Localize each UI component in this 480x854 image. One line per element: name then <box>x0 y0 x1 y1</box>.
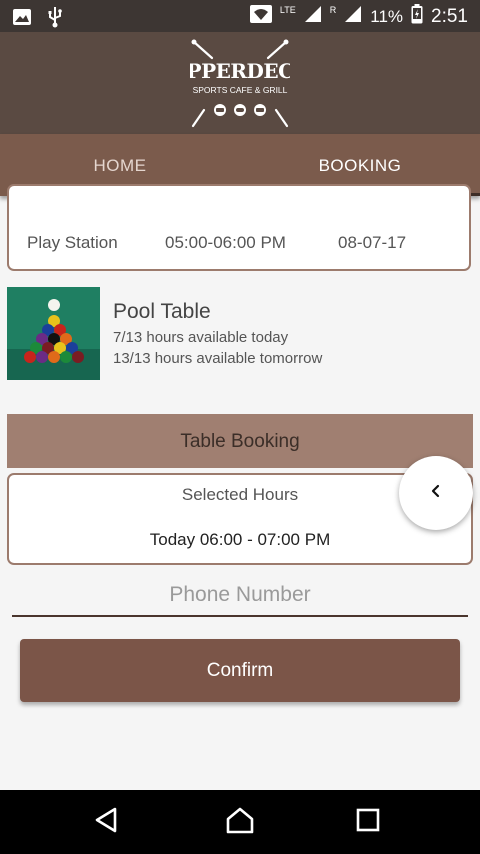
booking-entry-card: Play Station 05:00-06:00 PM 08-07-17 <box>7 184 471 271</box>
status-bar: LTE R 11% 2:51 <box>0 0 480 32</box>
roaming-indicator: R <box>329 4 337 15</box>
svg-text:UPPERDECK: UPPERDECK <box>190 59 290 83</box>
selected-hours-value: Today 06:00 - 07:00 PM <box>149 530 331 549</box>
booking-entry-date: 08-07-17 <box>338 233 407 252</box>
gallery-icon <box>12 8 32 31</box>
clock: 2:51 <box>431 5 468 27</box>
usb-icon <box>46 6 64 33</box>
navigation-bar <box>0 790 480 854</box>
back-nav-button[interactable] <box>86 804 126 840</box>
back-button[interactable] <box>399 456 473 530</box>
availability-today: 7/13 hours available today <box>113 329 289 346</box>
pool-table-title[interactable]: Pool Table <box>113 300 211 324</box>
signal-icon <box>304 5 322 28</box>
wifi-icon <box>249 4 272 29</box>
battery-percent: 11% <box>370 6 404 26</box>
booking-entry-time: 05:00-06:00 PM <box>165 233 286 252</box>
recents-nav-button[interactable] <box>348 804 388 840</box>
table-booking-header: Table Booking <box>7 414 473 468</box>
confirm-button[interactable]: Confirm <box>20 639 460 702</box>
pool-table-image[interactable] <box>7 287 100 380</box>
phone-number-input[interactable] <box>12 575 468 617</box>
square-recents-icon <box>356 808 380 837</box>
home-nav-button[interactable] <box>220 804 260 840</box>
battery-icon <box>411 4 423 29</box>
home-icon <box>225 806 255 839</box>
chevron-left-icon <box>428 483 444 504</box>
svg-text:SPORTS CAFE & GRILL: SPORTS CAFE & GRILL <box>193 85 288 95</box>
triangle-back-icon <box>93 806 119 839</box>
booking-entry-name: Play Station <box>27 233 118 252</box>
upperdeck-logo: UPPERDECK SPORTS CAFE & GRILL <box>190 39 290 128</box>
network-type-text: LTE <box>279 4 296 15</box>
availability-tomorrow: 13/13 hours available tomorrow <box>113 350 323 367</box>
app-header: UPPERDECK SPORTS CAFE & GRILL <box>0 32 480 134</box>
signal-icon-2 <box>344 5 362 28</box>
